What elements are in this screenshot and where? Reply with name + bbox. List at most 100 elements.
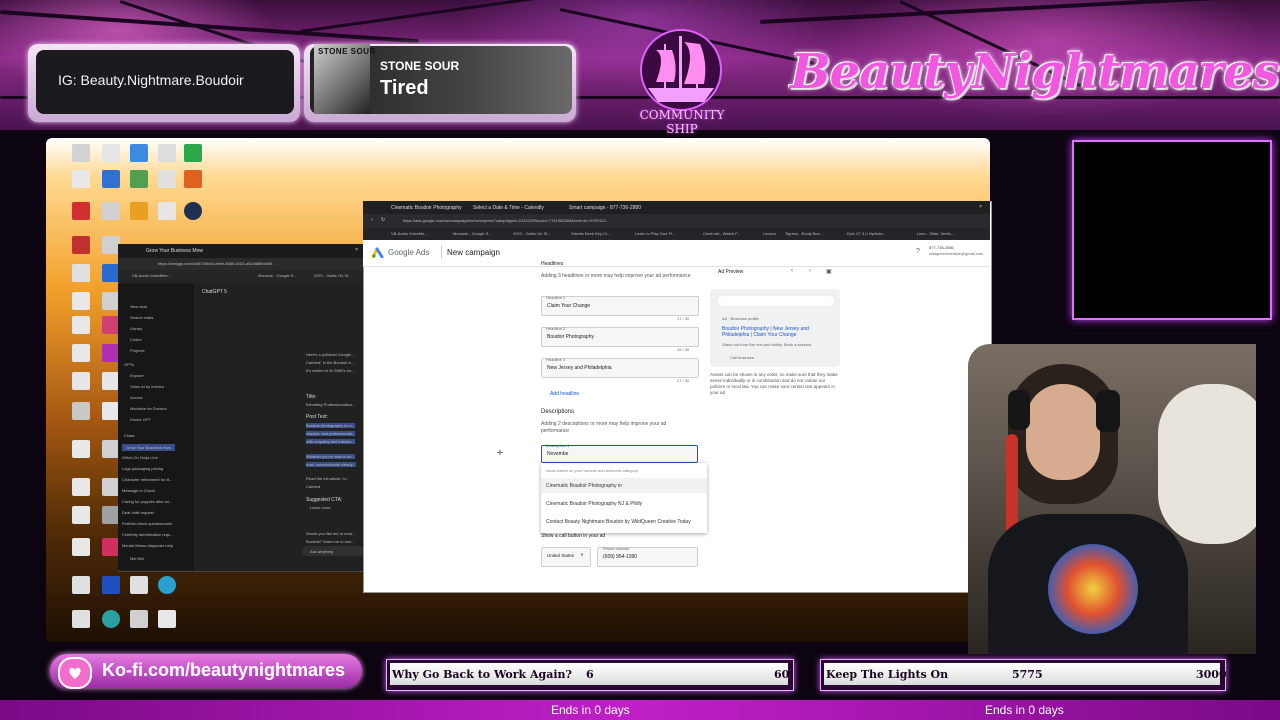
sidebar-item[interactable]: Projects xyxy=(130,348,144,353)
fur-pillow xyxy=(1158,384,1256,544)
sidebar-item[interactable]: Character refinement for B... xyxy=(122,477,172,482)
chevron-right-icon[interactable]: › xyxy=(809,268,811,274)
help-icon[interactable]: ? xyxy=(916,248,920,255)
sidebar-item[interactable]: Mental illness diagnosis help xyxy=(122,543,173,548)
sidebar-item[interactable]: Caring for puppies after wi... xyxy=(122,499,172,504)
browser-url[interactable]: https://ads.google.com/aw/campaigns/new/… xyxy=(403,218,609,223)
bookmark[interactable]: Streets Deck Key Cl... xyxy=(571,231,610,236)
sidebar-item[interactable]: Library xyxy=(130,326,142,331)
desktop-file-icon[interactable] xyxy=(158,170,176,188)
device-toggle-icon[interactable]: ▣ xyxy=(826,268,832,275)
sidebar-item[interactable]: Video AI by invideo xyxy=(130,384,164,389)
suggestion-item[interactable]: Cinematic Boudoir Photography NJ & Phill… xyxy=(546,501,642,507)
browser-tab[interactable]: Cinematic Boudoir Photography xyxy=(391,205,462,211)
desktop-app-icon[interactable] xyxy=(184,144,202,162)
sidebar-item-active[interactable]: Grow Your Business Now xyxy=(122,444,176,451)
bookmark[interactable]: Monocle - Google S... xyxy=(453,231,492,236)
desktop-app-icon[interactable] xyxy=(158,576,176,594)
sidebar-item[interactable]: Witch-On Ouija Line xyxy=(122,455,158,460)
desktop-file-icon[interactable] xyxy=(72,144,90,162)
desktop-app-icon[interactable] xyxy=(184,170,202,188)
country-value: United States xyxy=(547,553,575,558)
desktop-file-icon[interactable] xyxy=(158,202,176,220)
sidebar-item[interactable]: Deal draft request xyxy=(122,510,154,515)
bookmark[interactable]: VB-Audio VoiceMe... xyxy=(391,231,428,236)
desktop-file-icon[interactable] xyxy=(72,478,90,496)
sidebar-item[interactable]: Codex xyxy=(130,337,142,342)
sidebar-item[interactable]: Portfolio block questionnaire xyxy=(122,521,172,526)
browser-tab-active[interactable]: Smart campaign - 877-736-2880 xyxy=(569,205,641,211)
desktop-file-icon[interactable] xyxy=(72,576,90,594)
bookmark[interactable]: GOS - Garlic On St... xyxy=(314,273,352,278)
suggestion-item[interactable]: Contact Beauty Nightmare Boudoir by Wild… xyxy=(546,519,691,525)
desktop-file-icon[interactable] xyxy=(130,576,148,594)
now-playing-artist: STONE SOUR xyxy=(380,59,460,73)
desktop-file-icon[interactable] xyxy=(72,506,90,524)
desktop-file-icon[interactable] xyxy=(130,610,148,628)
browser-address-bar[interactable]: ‹ ↻ https://ads.google.com/aw/campaigns/… xyxy=(363,214,990,228)
bookmark[interactable]: Epic XT 3.0 Hydrotu... xyxy=(847,231,886,236)
bookmark[interactable]: Liner - Slide, Verifu... xyxy=(917,231,954,236)
add-headline-button[interactable]: Add headline xyxy=(550,391,579,397)
chat-input[interactable]: Ask anything xyxy=(302,546,364,556)
browser-bookmarks-bar: VB-Audio VoiceMe... Monocle - Google S..… xyxy=(363,228,990,240)
bookmark[interactable]: Learn to Play Your Fi... xyxy=(635,231,675,236)
chat-address-bar[interactable]: https://chatgpt.com/c/68700b4d-a9be-8065… xyxy=(118,258,364,270)
back-icon[interactable]: ‹ xyxy=(371,217,373,223)
desktop-app-icon[interactable] xyxy=(130,202,148,220)
chat-input-placeholder: Ask anything xyxy=(310,549,333,554)
desktop-file-icon[interactable] xyxy=(102,144,120,162)
desktop-file-icon[interactable] xyxy=(72,316,90,334)
account-email[interactable]: wildqueencreative@gmail.com xyxy=(929,251,983,256)
sidebar-item[interactable]: Explore xyxy=(130,373,144,378)
chevron-left-icon[interactable]: ‹ xyxy=(791,268,793,274)
desktop-file-icon[interactable] xyxy=(72,170,90,188)
sidebar-item[interactable]: Message to Chuck xyxy=(122,488,155,493)
refresh-icon[interactable]: ↻ xyxy=(381,217,385,223)
desktop-file-icon[interactable] xyxy=(102,202,120,220)
bookmark[interactable]: GOS - Garlic On St... xyxy=(513,231,551,236)
desktop-app-icon[interactable] xyxy=(72,236,90,254)
kofi-cup-icon xyxy=(58,657,92,689)
desktop-app-icon[interactable] xyxy=(130,144,148,162)
desktop-file-icon[interactable] xyxy=(72,292,90,310)
kofi-link[interactable]: Ko-fi.com/beautynightmares xyxy=(102,660,345,681)
close-icon[interactable]: × xyxy=(979,204,982,210)
desktop-file-icon[interactable] xyxy=(72,402,90,420)
desktop-file-icon[interactable] xyxy=(158,610,176,628)
desktop-app-icon[interactable] xyxy=(184,202,202,220)
desktop-app-icon[interactable] xyxy=(130,170,148,188)
bookmark[interactable]: Lenovo xyxy=(763,231,776,236)
desktop-file-icon[interactable] xyxy=(72,610,90,628)
chat-selected-line: trust, communicate clearly... xyxy=(306,462,356,467)
desktop-file-icon[interactable] xyxy=(72,264,90,282)
desktop-file-icon[interactable] xyxy=(72,538,90,556)
desktop-file-icon[interactable] xyxy=(72,344,90,362)
sidebar-item[interactable]: Accord xyxy=(130,395,142,400)
desktop-app-icon[interactable] xyxy=(72,202,90,220)
chat-tab-title[interactable]: Grow Your Business Mow xyxy=(146,248,203,254)
browser-tab[interactable]: Select a Date & Time - Calendly xyxy=(473,205,544,211)
page-title: New campaign xyxy=(447,248,500,257)
sidebar-item[interactable]: Logo packaging pricing xyxy=(122,466,163,471)
sidebar-item[interactable]: New chat xyxy=(130,304,147,309)
sidebar-item[interactable]: Medicine for Doctors xyxy=(130,406,167,411)
sidebar-item[interactable]: Celebrity identification requ... xyxy=(122,532,174,537)
model-selector[interactable]: ChatGPT 5 xyxy=(202,289,227,295)
suggestion-item[interactable]: Cinematic Boudoir Photography in xyxy=(546,483,622,489)
bookmark[interactable]: VB-Audio VoiceMee... xyxy=(132,273,171,278)
desktop-app-icon[interactable] xyxy=(102,170,120,188)
desktop-app-icon[interactable] xyxy=(102,576,120,594)
bookmark[interactable]: Cmdr.net - Watch F... xyxy=(703,231,740,236)
sidebar-item[interactable]: Doctor GPT xyxy=(130,417,151,422)
sidebar-item[interactable]: Search chats xyxy=(130,315,153,320)
desktop-file-icon[interactable] xyxy=(158,144,176,162)
desktop-file-icon[interactable] xyxy=(72,440,90,458)
bookmark[interactable]: Monocle - Google S... xyxy=(258,273,297,278)
desktop-app-icon[interactable] xyxy=(102,610,120,628)
chat-url[interactable]: https://chatgpt.com/c/68700b4d-a9be-8065… xyxy=(158,261,273,266)
user-name[interactable]: Mel Mel xyxy=(130,556,144,561)
close-icon[interactable]: × xyxy=(355,247,358,253)
desktop-file-icon[interactable] xyxy=(72,372,90,390)
bookmark[interactable]: Tigress - Booty Box... xyxy=(785,231,823,236)
